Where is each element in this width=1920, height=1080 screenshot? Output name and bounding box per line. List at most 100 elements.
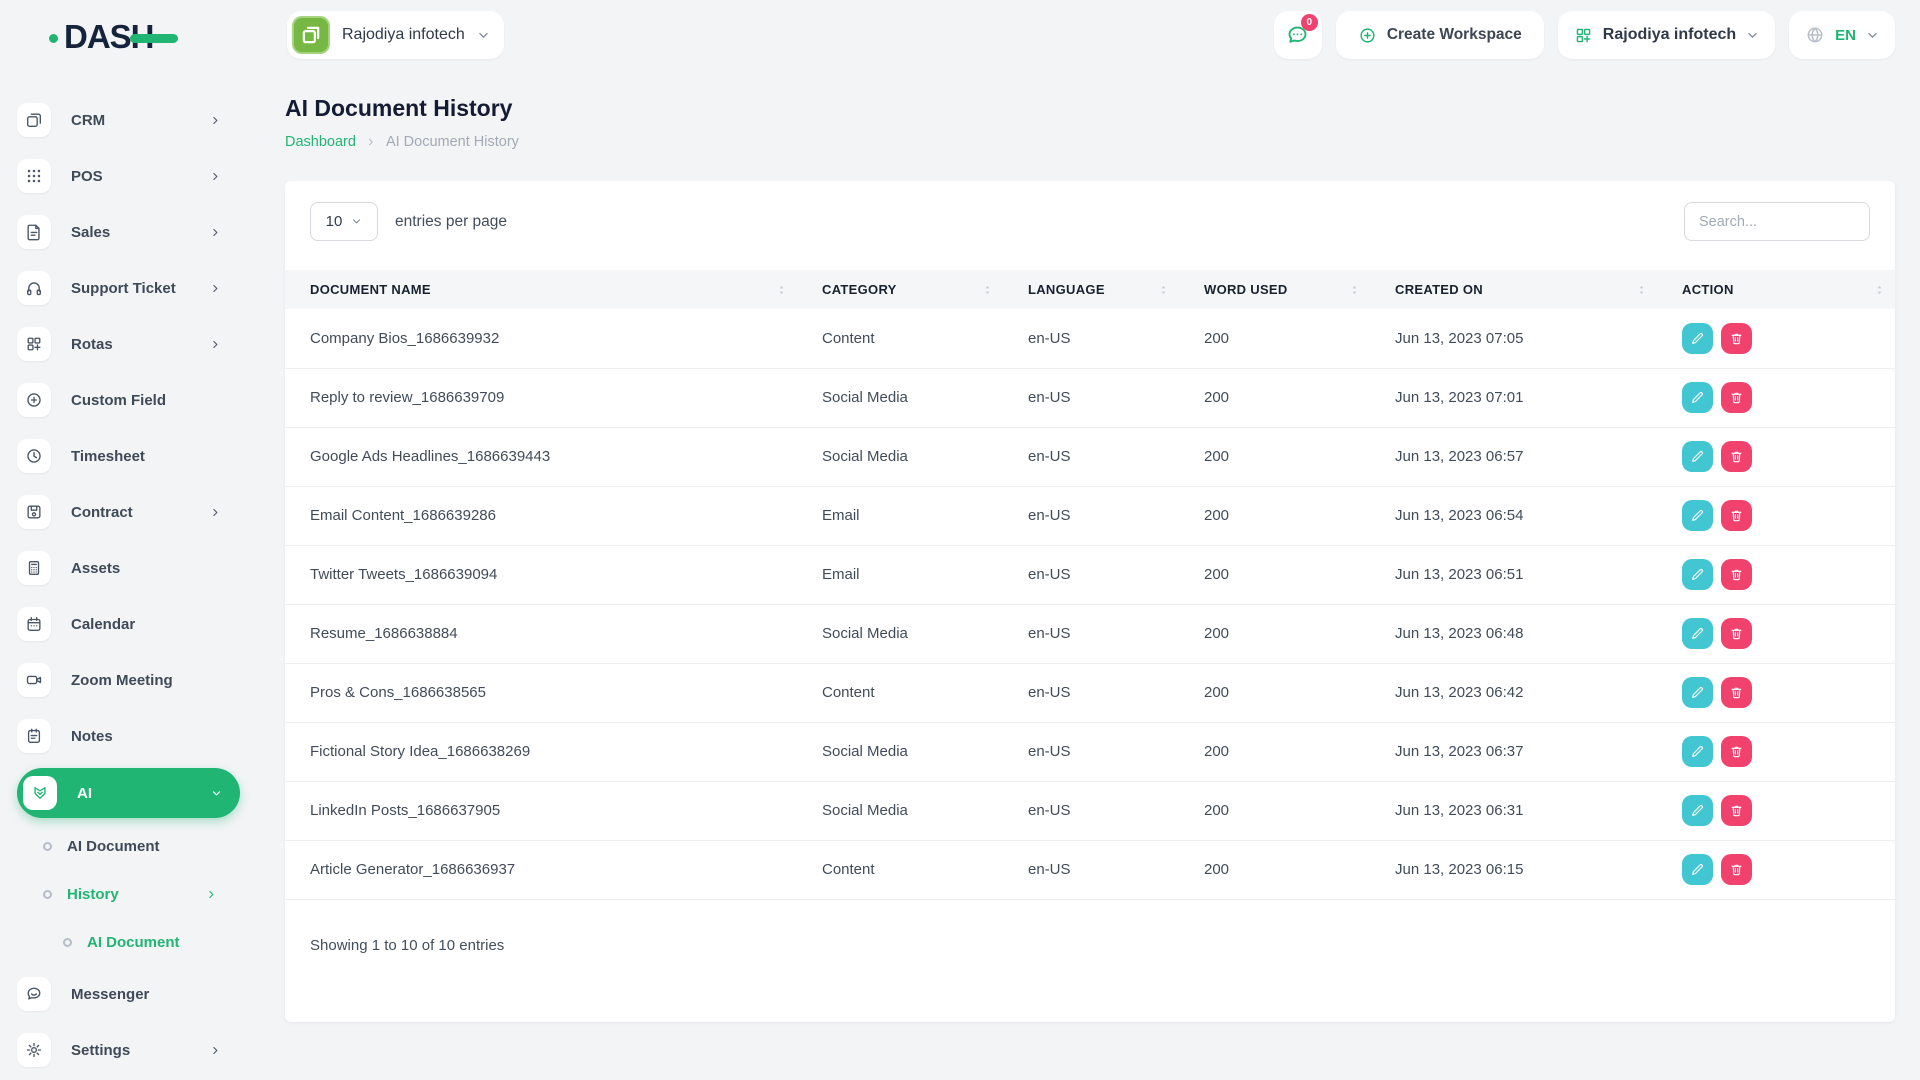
table-body: Company Bios_1686639932 Content en-US 200 Ju… [285,309,1895,900]
edit-button[interactable] [1682,618,1713,649]
cell-document-name: Resume_1686638884 [285,604,797,664]
chevron-right-icon [366,137,376,147]
edit-button[interactable] [1682,736,1713,767]
sidebar-item-support-ticket[interactable]: Support Ticket [17,260,245,316]
edit-button[interactable] [1682,500,1713,531]
crm-icon [17,103,51,137]
sidebar-item-zoom-meeting[interactable]: Zoom Meeting [17,652,245,708]
delete-button[interactable] [1721,322,1752,354]
sidebar-item-ai[interactable]: AI [17,768,240,818]
sidebar-item-notes[interactable]: Notes [17,708,245,764]
sort-icon [982,282,993,297]
workspace-switcher[interactable]: Rajodiya infotech [287,11,504,59]
account-menu[interactable]: Rajodiya infotech [1557,11,1776,59]
sidebar-item-contract[interactable]: Contract [17,484,245,540]
cell-document-name: Google Ads Headlines_1686639443 [285,427,797,487]
search-input[interactable] [1684,202,1870,241]
sidebar-subitem-ai-document[interactable]: AI Document [17,918,245,966]
sidebar-item-label: AI Document [67,837,160,855]
row-actions [1682,677,1895,708]
sidebar-item-label: Settings [71,1041,131,1059]
delete-button[interactable] [1721,854,1752,885]
create-workspace-button[interactable]: Create Workspace [1335,11,1544,59]
breadcrumb-link[interactable]: Dashboard [285,134,356,150]
edit-button[interactable] [1682,382,1713,413]
delete-button[interactable] [1721,795,1752,826]
cell-language: en-US [1003,722,1179,782]
chevron-right-icon [206,889,217,900]
cell-language: en-US [1003,309,1179,369]
table-header-row: DOCUMENT NAME CATEGORY LANGUAGE WORD USED CR… [285,270,1895,309]
sidebar-item-label: AI Document [87,933,180,951]
cell-category: Social Media [797,722,1003,782]
column-header-created-on[interactable]: CREATED ON [1370,270,1657,309]
sidebar-item-calendar[interactable]: Calendar [17,596,245,652]
sidebar-item-settings[interactable]: Settings [17,1022,245,1078]
column-header-word-used[interactable]: WORD USED [1179,270,1370,309]
cell-action [1657,545,1895,605]
sidebar-item-messenger[interactable]: Messenger [17,966,245,1022]
edit-button[interactable] [1682,322,1713,354]
sidebar-item-rotas[interactable]: Rotas [17,316,245,372]
sidebar-subitem-ai-document[interactable]: AI Document [17,822,245,870]
language-menu[interactable]: EN [1789,11,1895,59]
sidebar-item-crm[interactable]: CRM [17,92,245,148]
chevron-down-icon [1746,29,1759,42]
table-row: Pros & Cons_1686638565 Content en-US 200 Jun… [285,663,1895,723]
cell-category: Content [797,663,1003,723]
delete-button[interactable] [1721,559,1752,590]
custom-field-icon [17,383,51,417]
column-header-category[interactable]: CATEGORY [797,270,1003,309]
edit-button[interactable] [1682,559,1713,590]
messenger-button[interactable]: 0 [1273,11,1322,59]
edit-button[interactable] [1682,677,1713,708]
delete-button[interactable] [1721,677,1752,708]
edit-button[interactable] [1682,441,1713,472]
sidebar-item-custom-field[interactable]: Custom Field [17,372,245,428]
row-actions [1682,382,1895,413]
column-header-action[interactable]: ACTION [1657,270,1895,309]
breadcrumb: Dashboard AI Document History [285,134,519,150]
delete-button[interactable] [1721,500,1752,531]
delete-button[interactable] [1721,441,1752,472]
chevron-right-icon [210,507,221,518]
column-header-label: LANGUAGE [1028,282,1105,297]
table-row: Google Ads Headlines_1686639443 Social Me… [285,427,1895,487]
delete-button[interactable] [1721,618,1752,649]
entries-per-page-control: 10 entries per page [310,202,507,241]
cell-created-on: Jun 13, 2023 06:15 [1370,840,1657,900]
column-header-language[interactable]: LANGUAGE [1003,270,1179,309]
rotas-icon [17,327,51,361]
sidebar-item-sales[interactable]: Sales [17,204,245,260]
language-code: EN [1835,26,1856,44]
sidebar-item-label: Notes [71,727,113,745]
sidebar-item-label: Custom Field [71,391,167,409]
cell-category: Content [797,309,1003,369]
sidebar-subitem-history[interactable]: History [17,870,245,918]
messenger-icon [17,977,51,1011]
bullet-icon [43,841,52,851]
column-header-document-name[interactable]: DOCUMENT NAME [285,270,797,309]
calendar-icon [17,607,51,641]
cell-action [1657,309,1895,369]
cell-category: Email [797,486,1003,546]
sidebar-item-pos[interactable]: POS [17,148,245,204]
sidebar-item-timesheet[interactable]: Timesheet [17,428,245,484]
cell-language: en-US [1003,840,1179,900]
table-row: LinkedIn Posts_1686637905 Social Media en-… [285,781,1895,841]
sales-icon [17,215,51,249]
sidebar-item-label: Messenger [71,985,150,1003]
edit-button[interactable] [1682,795,1713,826]
cell-word-used: 200 [1179,309,1370,369]
delete-button[interactable] [1721,382,1752,413]
edit-button[interactable] [1682,854,1713,885]
entries-per-page-select[interactable]: 10 [310,202,378,241]
app-logo[interactable]: DASH [49,18,178,56]
cell-category: Social Media [797,604,1003,664]
table-row: Fictional Story Idea_1686638269 Social Me… [285,722,1895,782]
cell-created-on: Jun 13, 2023 06:31 [1370,781,1657,841]
delete-button[interactable] [1721,736,1752,767]
sidebar-item-label: Support Ticket [71,279,176,297]
row-actions [1682,795,1895,826]
sidebar-item-assets[interactable]: Assets [17,540,245,596]
